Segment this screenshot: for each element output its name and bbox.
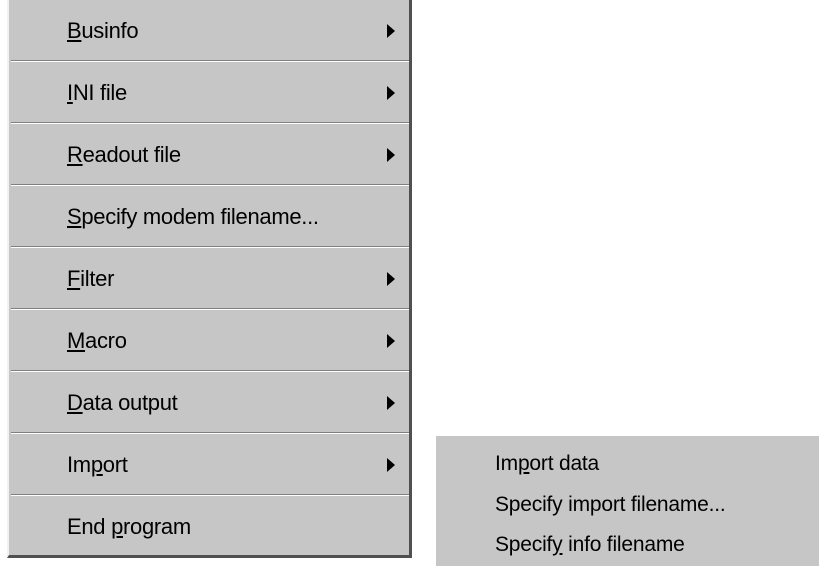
menu-item-label: Data output xyxy=(67,390,178,415)
menu-item-label: INI file xyxy=(67,80,127,105)
submenu-arrow-icon xyxy=(387,86,395,100)
menu-item-label: Readout file xyxy=(67,142,181,167)
submenu-item-import-data[interactable]: Import data xyxy=(436,446,819,482)
submenu-item-specify-import-filename[interactable]: Specify import filename... xyxy=(436,487,819,523)
main-menu: Businfo INI file Readout file Specify mo… xyxy=(7,0,412,558)
menu-item-filter[interactable]: Filter xyxy=(9,248,409,310)
import-submenu: Import data Specify import filename... S… xyxy=(436,436,819,566)
submenu-arrow-icon xyxy=(387,334,395,348)
menu-item-macro[interactable]: Macro xyxy=(9,310,409,372)
menu-item-label: Filter xyxy=(67,266,115,291)
menu-item-data-output[interactable]: Data output xyxy=(9,372,409,434)
menu-item-readout-file[interactable]: Readout file xyxy=(9,124,409,186)
menu-item-ini-file[interactable]: INI file xyxy=(9,62,409,124)
menu-item-label: Macro xyxy=(67,328,127,353)
menu-item-label: End program xyxy=(67,514,191,539)
submenu-item-label: Import data xyxy=(495,452,600,475)
submenu-item-specify-info-filename[interactable]: Specify info filename xyxy=(436,527,819,563)
menu-item-businfo[interactable]: Businfo xyxy=(9,0,409,62)
menu-item-label: Import xyxy=(67,452,128,477)
menu-item-label: Businfo xyxy=(67,18,139,43)
submenu-arrow-icon xyxy=(387,396,395,410)
menu-item-specify-modem-filename[interactable]: Specify modem filename... xyxy=(9,186,409,248)
submenu-arrow-icon xyxy=(387,458,395,472)
submenu-item-label: Specify info filename xyxy=(495,533,685,556)
menu-item-import[interactable]: Import xyxy=(9,434,409,496)
submenu-arrow-icon xyxy=(387,24,395,38)
menu-item-end-program[interactable]: End program xyxy=(9,496,409,558)
menu-item-label: Specify modem filename... xyxy=(67,204,319,229)
submenu-arrow-icon xyxy=(387,148,395,162)
submenu-item-label: Specify import filename... xyxy=(495,493,726,516)
submenu-arrow-icon xyxy=(387,272,395,286)
